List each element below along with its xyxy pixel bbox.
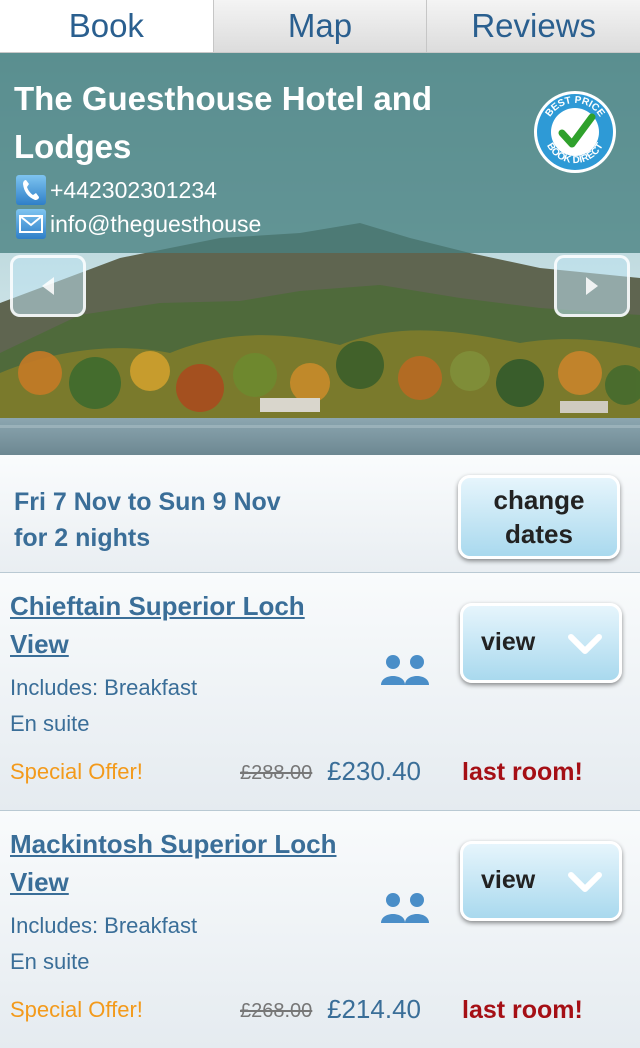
room-includes: Includes: Breakfast — [10, 913, 198, 938]
offer-price: £214.40 — [327, 994, 421, 1024]
stay-date-range: Fri 7 Nov to Sun 9 Nov — [14, 488, 281, 516]
view-room-button[interactable]: view — [460, 603, 622, 683]
view-room-button[interactable]: view — [460, 841, 622, 921]
change-dates-label-2: dates — [505, 519, 573, 549]
chevron-down-icon — [568, 634, 602, 654]
view-button-label: view — [481, 866, 536, 894]
stay-dates-text: Fri 7 Nov to Sun 9 Nov for 2 nights — [14, 484, 281, 556]
availability-badge: last room! — [462, 758, 583, 786]
original-price: £288.00 — [240, 762, 313, 784]
room-suite: En suite — [10, 711, 90, 736]
stay-dates-bar: Fri 7 Nov to Sun 9 Nov for 2 nights chan… — [0, 455, 640, 573]
view-button-label: view — [481, 628, 536, 656]
tab-map[interactable]: Map — [213, 0, 428, 52]
tab-reviews[interactable]: Reviews — [427, 0, 640, 52]
two-guests-icon — [381, 893, 429, 923]
room-card: Chieftain Superior Loch View Includes: B… — [0, 573, 640, 811]
arrow-left-icon — [42, 277, 54, 295]
hero-banner: The Guesthouse Hotel and Lodges +4423023… — [0, 53, 640, 455]
tab-book[interactable]: Book — [0, 0, 214, 52]
room-name-link[interactable]: Chieftain Superior Loch View — [10, 587, 370, 663]
original-price: £268.00 — [240, 1000, 313, 1022]
room-includes: Includes: Breakfast — [10, 675, 198, 700]
two-guests-icon — [381, 655, 429, 685]
offer-price: £230.40 — [327, 756, 421, 786]
best-price-badge: BEST PRICE BOOK DIRECT — [534, 91, 616, 173]
next-image-button[interactable] — [554, 255, 630, 317]
envelope-icon — [16, 209, 46, 239]
change-dates-button[interactable]: change dates — [458, 475, 620, 559]
chevron-down-icon — [568, 872, 602, 892]
phone-icon — [16, 175, 46, 205]
special-offer-label: Special Offer! — [10, 997, 143, 1022]
special-offer-label: Special Offer! — [10, 759, 143, 784]
stay-nights: for 2 nights — [14, 524, 151, 552]
arrow-right-icon — [586, 277, 598, 295]
room-suite: En suite — [10, 949, 90, 974]
email-row[interactable]: info@theguesthouse — [16, 209, 261, 239]
room-card: Mackintosh Superior Loch View Includes: … — [0, 811, 640, 1048]
change-dates-label-1: change — [493, 485, 585, 515]
room-name-link[interactable]: Mackintosh Superior Loch View — [10, 825, 370, 901]
phone-number[interactable]: +442302301234 — [50, 177, 217, 204]
availability-badge: last room! — [462, 996, 583, 1024]
previous-image-button[interactable] — [10, 255, 86, 317]
tab-bar: Book Map Reviews — [0, 0, 640, 53]
phone-row[interactable]: +442302301234 — [16, 175, 217, 205]
email-address[interactable]: info@theguesthouse — [50, 211, 261, 238]
hotel-name: The Guesthouse Hotel and Lodges — [14, 80, 433, 165]
